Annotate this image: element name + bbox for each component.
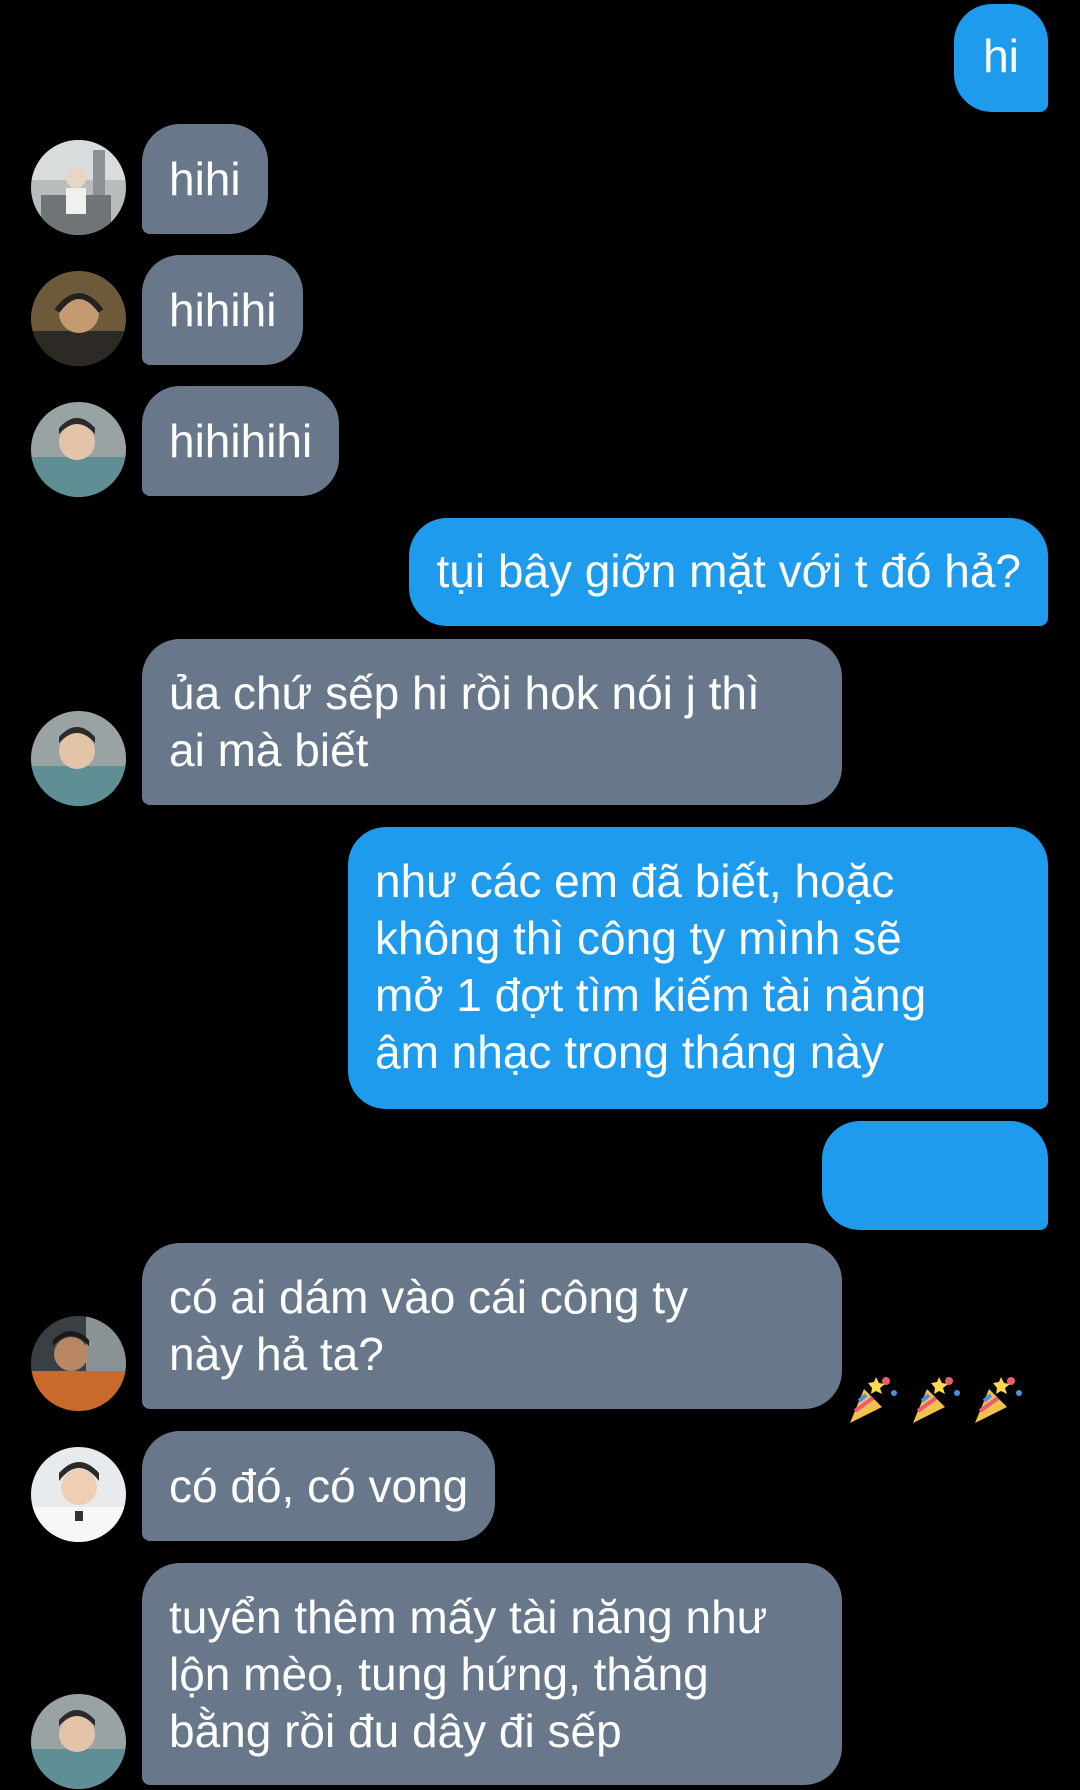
avatar-image [31, 1694, 126, 1789]
sent-message-bubble[interactable]: như các em đã biết, hoặc không thì công … [348, 827, 1048, 1109]
sent-message-bubble[interactable]: hi [954, 4, 1048, 112]
party-popper-icon [907, 1257, 964, 1541]
received-message-bubble[interactable]: tuyển thêm mấy tài năng như lộn mèo, tun… [142, 1563, 842, 1785]
emoji-row [844, 1257, 1026, 1541]
user-a-avatar[interactable] [31, 140, 126, 235]
user-b-avatar[interactable] [31, 271, 126, 366]
avatar-image [31, 1316, 126, 1411]
user-c-avatar[interactable] [31, 402, 126, 497]
sent-emoji-bubble[interactable] [822, 1121, 1048, 1423]
received-message-bubble[interactable]: ủa chứ sếp hi rồi hok nói j thì ai mà bi… [142, 639, 842, 805]
received-message-bubble[interactable]: hihi [142, 124, 268, 234]
user-d-avatar[interactable] [31, 1316, 126, 1411]
user-e-avatar[interactable] [31, 1447, 126, 1542]
avatar-image [31, 711, 126, 806]
message-thread: hi hihi hihihi hihihihi tụi bây giỡn mặt… [0, 0, 1080, 1790]
user-c-avatar[interactable] [31, 711, 126, 806]
received-message-bubble[interactable]: có đó, có vong [142, 1431, 496, 1541]
user-c-avatar[interactable] [31, 1694, 126, 1789]
received-message-bubble[interactable]: hihihi [142, 255, 304, 365]
avatar-image [31, 271, 126, 366]
received-message-bubble[interactable]: hihihihi [142, 386, 340, 496]
party-popper-icon [844, 1257, 901, 1541]
received-message-bubble[interactable]: có ai dám vào cái công ty này hả ta? [142, 1243, 842, 1409]
avatar-image [31, 140, 126, 235]
avatar-image [31, 1447, 126, 1542]
sent-message-bubble[interactable]: tụi bây giỡn mặt với t đó hả? [409, 518, 1048, 626]
party-popper-icon [969, 1257, 1026, 1541]
avatar-image [31, 402, 126, 497]
